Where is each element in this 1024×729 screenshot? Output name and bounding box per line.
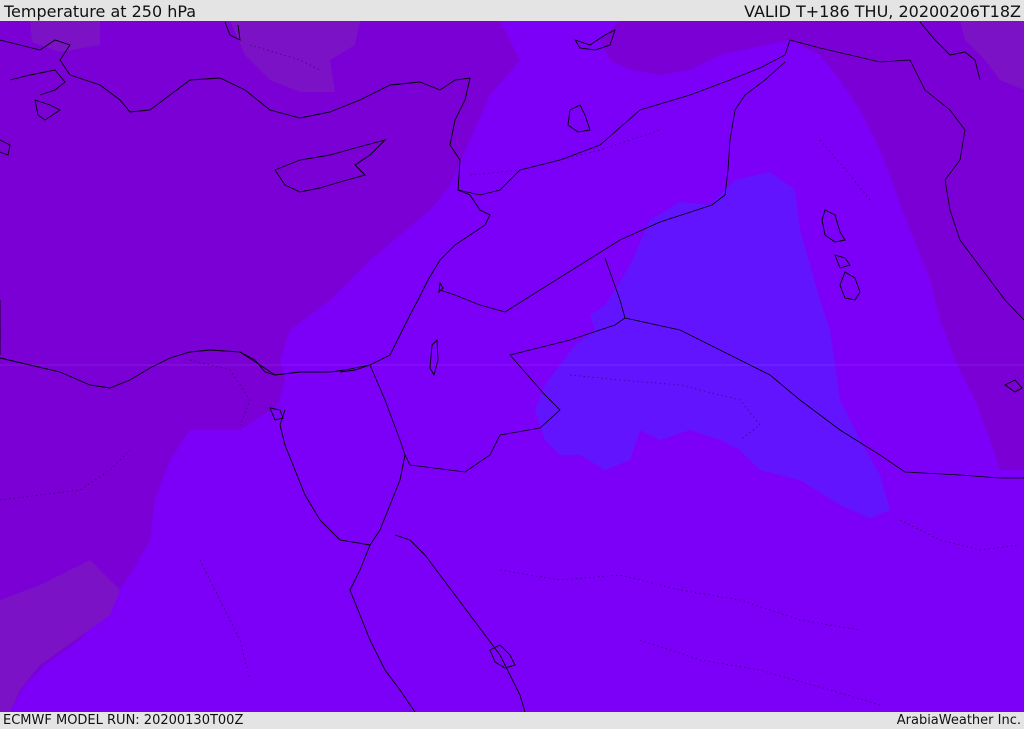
header-bar: Temperature at 250 hPa VALID T+186 THU, … <box>0 0 1024 21</box>
map-area <box>0 21 1024 712</box>
footer-bar: ECMWF MODEL RUN: 20200130T00Z ArabiaWeat… <box>0 712 1024 729</box>
valid-time-label: VALID T+186 THU, 20200206T18Z <box>744 2 1021 21</box>
map-title: Temperature at 250 hPa <box>4 2 197 21</box>
credit-label: ArabiaWeather Inc. <box>896 713 1021 728</box>
map-canvas <box>0 21 1024 712</box>
weather-map-page: Temperature at 250 hPa VALID T+186 THU, … <box>0 0 1024 729</box>
model-run-label: ECMWF MODEL RUN: 20200130T00Z <box>3 713 244 728</box>
